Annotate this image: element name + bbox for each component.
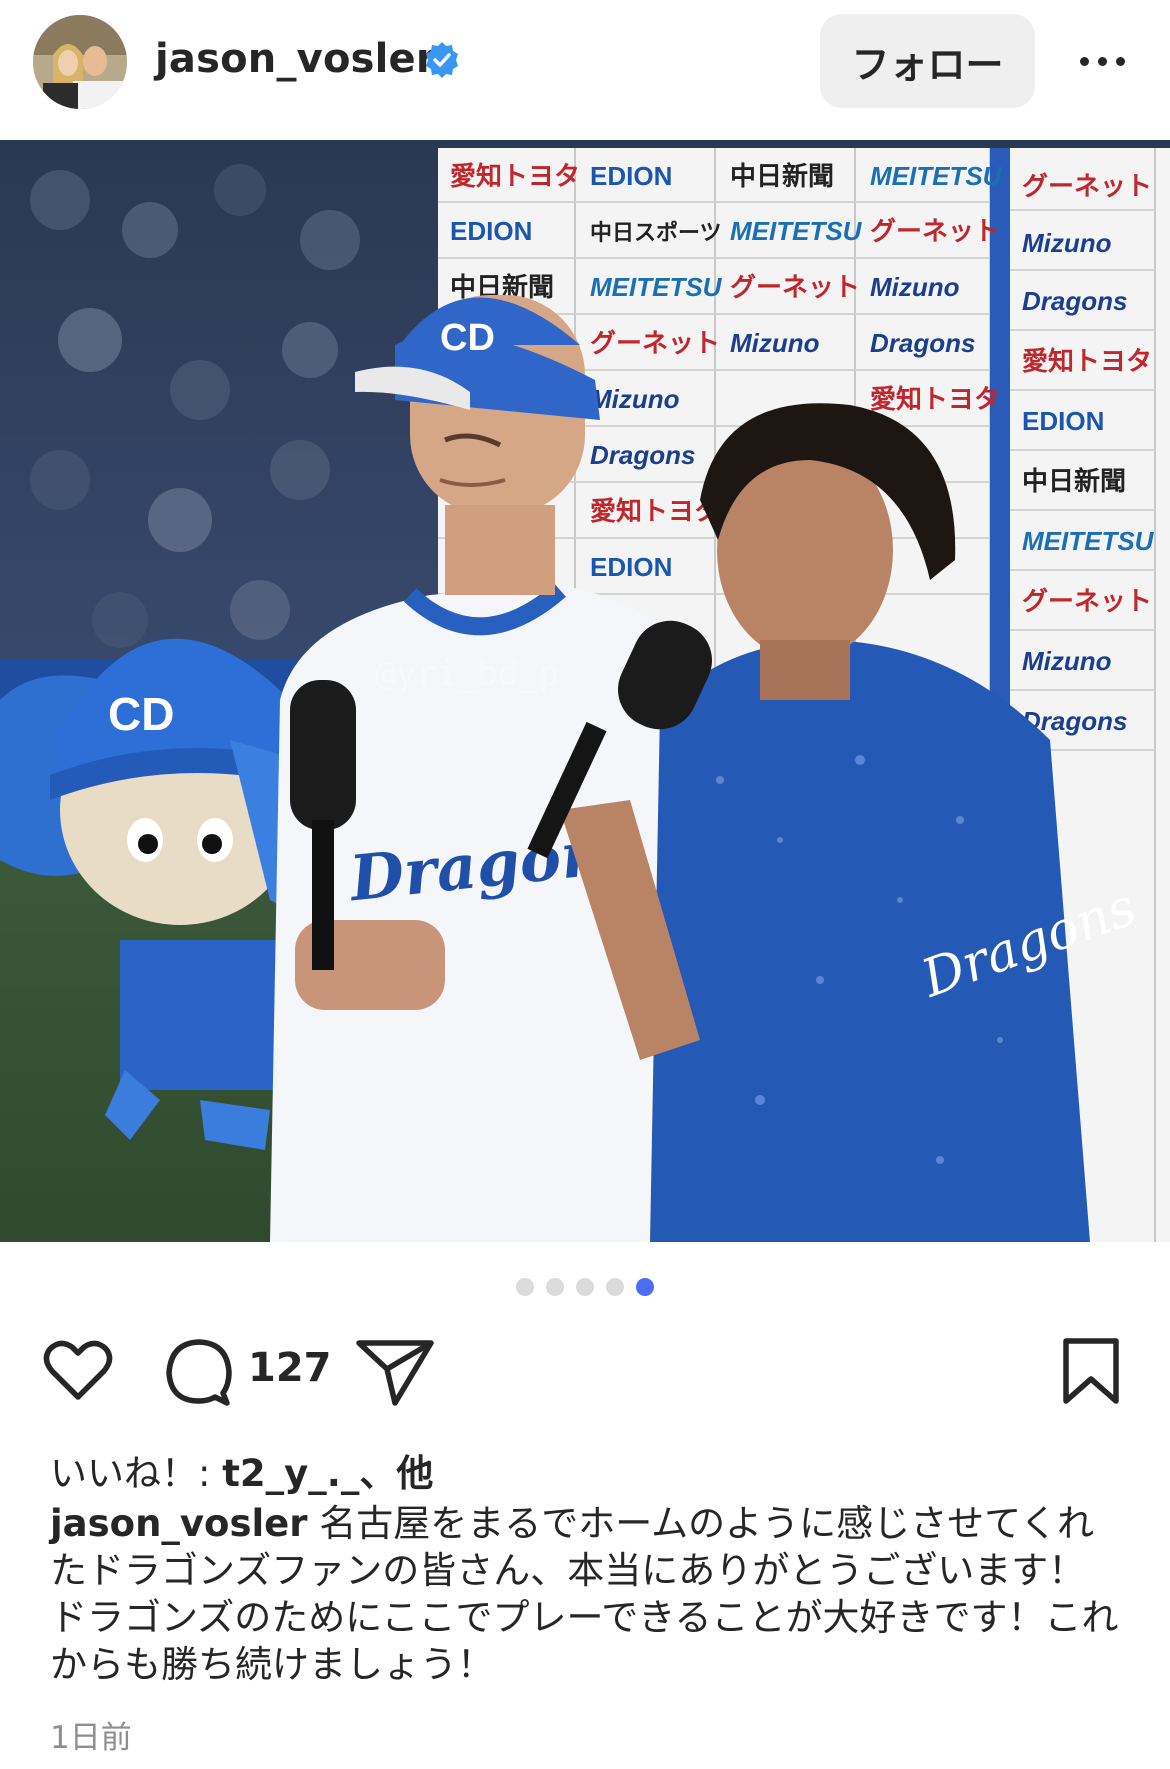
post-image[interactable]: 愛知トヨタ EDION 中日新聞 MEITETSU グーネット EDION 中日… [0,140,1170,1242]
follow-button[interactable]: フォロー [820,14,1035,108]
watermark: @yri_bd_p [375,654,559,694]
svg-text:CD: CD [108,688,174,740]
sponsor-logo: 愛知トヨタ [450,161,580,191]
carousel-dot-active [636,1278,654,1296]
post-header: jason_vosler フォロー [0,0,1170,140]
sponsor-logo: MEITETSU [1022,526,1155,556]
verified-badge-icon [426,42,458,78]
sponsor-logo: グーネット [730,272,860,302]
likes-line: いいね！: t2_y_._、他 [50,1443,433,1497]
avatar[interactable] [33,15,127,109]
bookmark-icon[interactable] [1060,1335,1122,1407]
post-caption: jason_vosler 名古屋をまるでホームのように感じさせてくれたドラゴンズ… [50,1500,1120,1688]
sponsor-logo: 中日新聞 [1022,466,1126,496]
likes-prefix: いいね！: [50,1452,223,1495]
sponsor-logo: EDION [590,161,672,191]
carousel-dot [516,1278,534,1296]
sponsor-logo: Mizuno [870,272,960,302]
post-username[interactable]: jason_vosler [155,36,436,82]
sponsor-logo: 愛知トヨタ [1022,346,1152,376]
sponsor-logo: EDION [590,552,672,582]
sponsor-logo: グーネット [870,216,1000,246]
likes-suffix[interactable]: 、他 [359,1452,433,1495]
carousel-dot [576,1278,594,1296]
caption-username[interactable]: jason_vosler [50,1502,308,1545]
sponsor-logo: Mizuno [590,384,680,414]
comment-icon[interactable] [163,1335,235,1407]
comment-count: 127 [248,1345,332,1391]
sponsor-logo: MEITETSU [870,161,1003,191]
share-icon[interactable] [355,1335,435,1407]
sponsor-logo: 中日新聞 [730,161,834,191]
sponsor-logo: Mizuno [1022,228,1112,258]
sponsor-logo: EDION [1022,406,1104,436]
post-actions: 127 [0,1335,1170,1415]
carousel-dot [606,1278,624,1296]
sponsor-logo: Dragons [870,328,975,358]
sponsor-logo: グーネット [590,328,720,358]
sponsor-logo: 愛知トヨタ [870,384,1000,414]
more-options-icon[interactable] [1070,36,1134,86]
sponsor-logo: Dragons [1022,286,1127,316]
sponsor-logo: Mizuno [1022,646,1112,676]
post-timestamp: 1日前 [50,1720,132,1756]
sponsor-logo: MEITETSU [730,216,863,246]
carousel-dot [546,1278,564,1296]
svg-text:CD: CD [440,317,495,359]
liked-by-user[interactable]: t2_y_._ [222,1452,359,1495]
sponsor-logo: Dragons [590,440,695,470]
heart-icon[interactable] [42,1335,114,1407]
carousel-indicator [0,1278,1170,1296]
sponsor-logo: MEITETSU [590,272,723,302]
sponsor-logo: グーネット [1022,586,1152,616]
sponsor-logo: 中日スポーツ [590,220,722,245]
sponsor-logo: グーネット [1022,171,1152,201]
sponsor-logo: EDION [450,216,532,246]
sponsor-logo: Mizuno [730,328,820,358]
